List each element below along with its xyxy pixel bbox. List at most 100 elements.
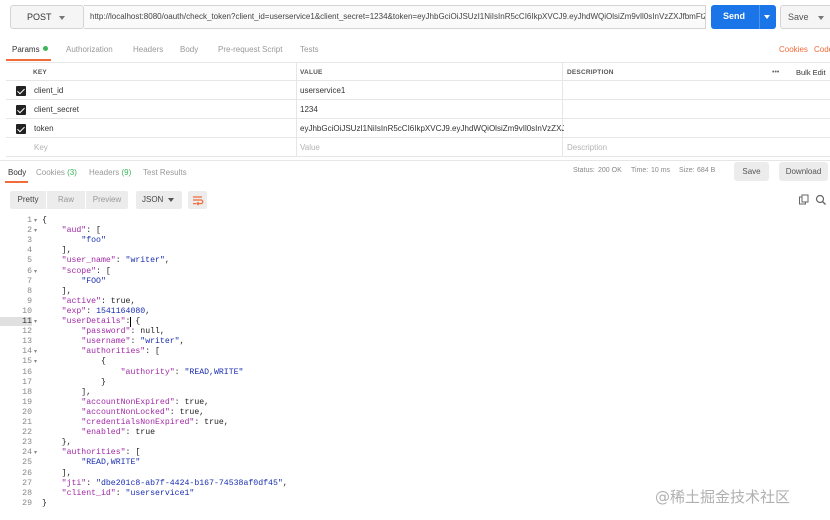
code-line: ], <box>42 286 72 296</box>
json-format-select[interactable]: JSON <box>136 191 182 209</box>
code-link[interactable]: Code <box>814 45 830 54</box>
params-header-row: KEY VALUE DESCRIPTION ••• Bulk Edit <box>6 62 830 81</box>
url-input[interactable]: http://localhost:8080/oauth/check_token?… <box>84 5 706 29</box>
value-placeholder[interactable]: Value <box>300 138 320 157</box>
json-format-label: JSON <box>142 195 164 204</box>
line-number: 23 <box>22 438 32 448</box>
response-tab-headers[interactable]: Headers (9) <box>89 168 131 177</box>
param-key[interactable]: client_secret <box>34 100 79 119</box>
fold-toggle-icon[interactable]: ▾ <box>34 217 40 224</box>
checkbox-checked-icon[interactable] <box>16 105 26 115</box>
tab-params-label: Params <box>12 45 40 54</box>
request-bar: POST http://localhost:8080/oauth/check_t… <box>0 0 830 36</box>
code-line: "client_id": "userservice1" <box>61 488 195 498</box>
checkbox-checked-icon[interactable] <box>16 86 26 96</box>
param-value[interactable]: 1234 <box>300 100 318 119</box>
line-number: 25 <box>22 458 32 468</box>
key-placeholder[interactable]: Key <box>34 138 48 157</box>
line-number: 14 <box>22 347 32 357</box>
line-number: 20 <box>22 407 32 417</box>
code-line: { <box>42 357 106 367</box>
watermark: @稀土掘金技术社区 <box>655 488 791 506</box>
line-number: 29 <box>22 498 32 508</box>
code-line: ], <box>42 387 92 397</box>
table-row-empty: Key Value Description <box>6 138 830 157</box>
caret-down-icon[interactable] <box>818 16 824 20</box>
param-key[interactable]: token <box>34 119 54 138</box>
code-line: "active": true, <box>61 296 136 306</box>
request-tabs: Params Authorization Headers Body Pre-re… <box>0 40 830 60</box>
line-number: 24 <box>22 448 32 458</box>
active-response-tab-indicator <box>5 181 28 183</box>
param-key[interactable]: client_id <box>34 81 63 100</box>
code-line: "READ,WRITE" <box>81 458 141 468</box>
time-value: 10 ms <box>651 167 671 174</box>
fold-toggle-icon[interactable]: ▾ <box>34 268 40 275</box>
method-label: POST <box>27 12 52 22</box>
line-number: 5 <box>27 256 32 266</box>
checkbox-checked-icon[interactable] <box>16 124 26 134</box>
line-number: 1 <box>27 216 32 225</box>
cookies-link[interactable]: Cookies <box>779 45 808 54</box>
header-description: DESCRIPTION <box>567 69 614 76</box>
wrap-lines-icon[interactable] <box>188 191 207 209</box>
tab-pre-request-script[interactable]: Pre-request Script <box>218 45 282 54</box>
response-tab-test-results[interactable]: Test Results <box>143 168 187 177</box>
method-select[interactable]: POST <box>10 5 84 29</box>
size-value: 684 B <box>697 167 716 174</box>
caret-down-icon[interactable] <box>764 15 770 19</box>
response-save-button[interactable]: Save <box>734 162 769 181</box>
params-active-dot <box>42 46 48 51</box>
fold-toggle-icon[interactable]: ▾ <box>34 449 40 456</box>
copy-icon[interactable] <box>798 194 810 206</box>
table-row: client_secret 1234 <box>6 100 830 119</box>
send-button[interactable]: Send <box>711 5 776 29</box>
fold-toggle-icon[interactable]: ▾ <box>34 358 40 365</box>
line-number: 3 <box>27 236 32 246</box>
line-number: 15 <box>22 357 32 367</box>
code-line: "password": null, <box>81 327 165 337</box>
code-line: "userDetails": { <box>61 317 141 326</box>
tab-params[interactable]: Params <box>12 45 48 54</box>
tab-body[interactable]: Body <box>180 45 198 54</box>
more-options-icon[interactable]: ••• <box>772 63 779 82</box>
response-tab-body[interactable]: Body <box>8 168 26 177</box>
code-line: "credentialsNonExpired": true, <box>81 418 229 427</box>
time-label: Time: <box>631 167 649 174</box>
headers-count: (9) <box>121 168 132 177</box>
download-button[interactable]: Download <box>779 162 828 181</box>
response-body-viewer[interactable]: 1 ▾{2 ▾ "aud": [3 "foo" 4 ], 5 "user_name": … <box>0 214 830 520</box>
search-icon[interactable] <box>815 194 827 206</box>
line-number: 10 <box>22 306 32 316</box>
code-line: ], <box>42 468 72 478</box>
tab-tests[interactable]: Tests <box>300 45 319 54</box>
code-line: "foo" <box>81 236 106 246</box>
format-preview-button[interactable]: Preview <box>86 191 128 209</box>
line-number: 16 <box>22 367 32 377</box>
send-label: Send <box>723 11 746 21</box>
send-divider <box>759 5 760 29</box>
fold-toggle-icon[interactable]: ▾ <box>34 318 40 325</box>
param-value[interactable]: userservice1 <box>300 81 345 100</box>
bulk-edit-link[interactable]: Bulk Edit <box>796 63 826 82</box>
save-button[interactable]: Save <box>780 5 830 29</box>
response-tab-cookies[interactable]: Cookies (3) <box>36 168 77 177</box>
line-number: 6 <box>27 266 32 276</box>
code-line: "enabled": true <box>81 428 156 438</box>
format-raw-button[interactable]: Raw <box>47 191 85 209</box>
fold-toggle-icon[interactable]: ▾ <box>34 348 40 355</box>
tab-headers[interactable]: Headers <box>133 45 163 54</box>
description-placeholder[interactable]: Description <box>567 138 607 157</box>
code-line: }, <box>42 438 72 448</box>
code-line: "exp": 1541164080, <box>61 306 151 316</box>
code-line: "user_name": "writer", <box>61 256 170 266</box>
code-line: } <box>42 498 47 508</box>
caret-down-icon <box>168 198 174 202</box>
line-number: 9 <box>27 296 32 306</box>
format-pretty-button[interactable]: Pretty <box>10 191 46 209</box>
code-line: "accountNonExpired": true, <box>81 397 210 407</box>
tab-authorization[interactable]: Authorization <box>66 45 113 54</box>
fold-toggle-icon[interactable]: ▾ <box>34 227 40 234</box>
param-value[interactable]: eyJhbGciOiJSUzI1NiIsInR5cCI6IkpXVCJ9.eyJ… <box>300 119 564 138</box>
code-line: "scope": [ <box>61 266 111 276</box>
